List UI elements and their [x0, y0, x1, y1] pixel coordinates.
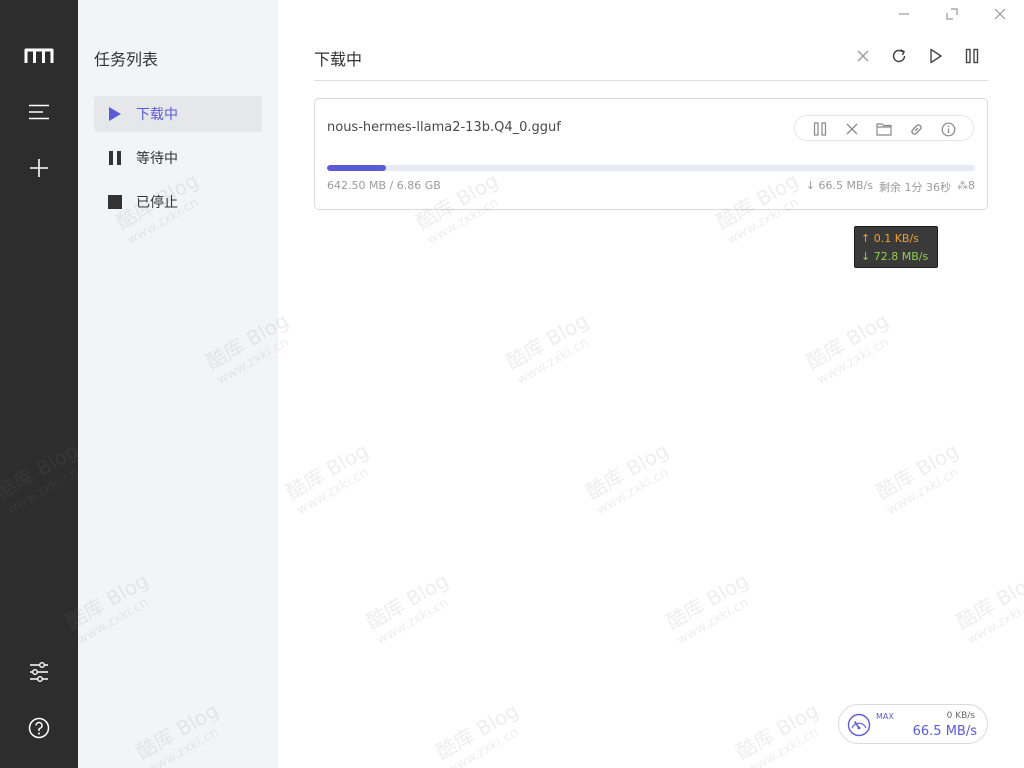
- watermark: 酷库 Blogwww.zxki.cn: [502, 308, 593, 389]
- sidebar-title: 任务列表: [94, 50, 159, 69]
- tooltip-upload: ↑ 0.1 KB/s: [861, 232, 919, 245]
- task-actions: [794, 115, 974, 141]
- watermark: 酷库 Blogwww.zxki.cn: [952, 568, 1024, 649]
- header-divider: [314, 80, 988, 81]
- task-remaining: 剩余 1分 36秒: [879, 181, 951, 194]
- watermark: 酷库 Blogwww.zxki.cn: [282, 438, 373, 519]
- speedometer[interactable]: MAX 0 KB/s 66.5 MB/s: [838, 704, 988, 744]
- sidebar-item-label: 等待中: [136, 151, 178, 167]
- progress-bar: [327, 165, 975, 171]
- pause-icon: [106, 149, 124, 167]
- task-speed: ↓ 66.5 MB/s: [805, 179, 873, 192]
- info-icon[interactable]: [939, 120, 957, 138]
- folder-icon[interactable]: [875, 120, 893, 138]
- pause-icon[interactable]: [811, 120, 829, 138]
- speedometer-download: 66.5 MB/s: [912, 724, 977, 739]
- task-connections: ⁂8: [957, 179, 975, 192]
- link-icon[interactable]: [907, 120, 925, 138]
- task-card[interactable]: nous-hermes-llama2-13b.Q4_0.gguf 642.50 …: [314, 98, 988, 210]
- sidebar-item-stopped[interactable]: 已停止: [94, 184, 262, 220]
- progress-fill: [327, 165, 386, 171]
- sidebar-item-downloading[interactable]: 下载中: [94, 96, 262, 132]
- watermark: 酷库 Blogwww.zxki.cn: [432, 698, 523, 768]
- menu-lines-icon[interactable]: [19, 92, 59, 132]
- speedometer-max-label: MAX: [876, 712, 894, 721]
- play-icon[interactable]: [925, 45, 947, 67]
- minimize-icon[interactable]: [894, 4, 914, 24]
- play-icon: [106, 105, 124, 123]
- pause-icon[interactable]: [961, 45, 983, 67]
- task-sidebar: 任务列表 下载中 等待中 已停止: [78, 0, 278, 768]
- close-icon[interactable]: [990, 4, 1010, 24]
- help-circle-icon[interactable]: [19, 708, 59, 748]
- sidebar-item-waiting[interactable]: 等待中: [94, 140, 262, 176]
- refresh-icon[interactable]: [888, 45, 910, 67]
- motrix-logo-icon[interactable]: [19, 36, 59, 76]
- stop-icon: [106, 193, 124, 211]
- maximize-icon[interactable]: [942, 4, 962, 24]
- watermark: 酷库 Blogwww.zxki.cn: [582, 438, 673, 519]
- speedometer-upload: 0 KB/s: [946, 711, 975, 721]
- close-icon[interactable]: [852, 45, 874, 67]
- task-name: nous-hermes-llama2-13b.Q4_0.gguf: [327, 120, 561, 135]
- app-rail: [0, 0, 78, 768]
- task-stats: ↓ 66.5 MB/s 剩余 1分 36秒 ⁂8: [806, 179, 975, 195]
- sliders-icon[interactable]: [19, 652, 59, 692]
- sidebar-item-label: 下载中: [136, 107, 178, 123]
- watermark: 酷库 Blogwww.zxki.cn: [662, 568, 753, 649]
- plus-icon[interactable]: [19, 148, 59, 188]
- page-title: 下载中: [314, 50, 363, 69]
- close-icon[interactable]: [843, 120, 861, 138]
- speed-tooltip: ↑ 0.1 KB/s ↓ 72.8 MB/s: [854, 226, 938, 268]
- tooltip-download: ↓ 72.8 MB/s: [861, 250, 929, 263]
- watermark: 酷库 Blogwww.zxki.cn: [872, 438, 963, 519]
- task-size: 642.50 MB / 6.86 GB: [327, 179, 441, 192]
- watermark: 酷库 Blogwww.zxki.cn: [732, 698, 823, 768]
- watermark: 酷库 Blogwww.zxki.cn: [362, 568, 453, 649]
- sidebar-item-label: 已停止: [136, 195, 178, 211]
- watermark: 酷库 Blogwww.zxki.cn: [802, 308, 893, 389]
- gauge-icon: [847, 713, 871, 737]
